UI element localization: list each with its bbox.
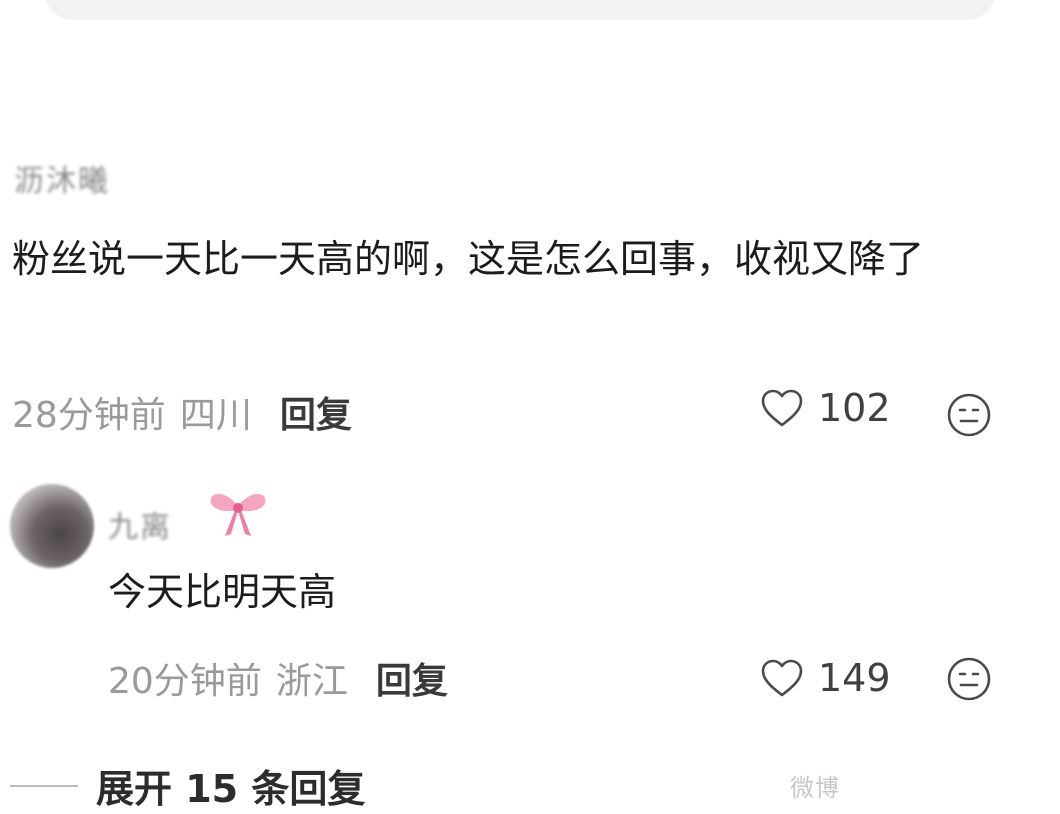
dislike-face-icon[interactable] [946,656,992,702]
avatar[interactable] [10,484,94,568]
comment-text: 今天比明天高 [108,570,337,614]
expand-replies-label: 展开 15 条回复 [96,767,366,811]
heart-icon [761,659,803,697]
comment-location: 浙江 [275,661,348,702]
comment-text: 粉丝说一天比一天高的啊，这是怎么回事，收视又降了 [12,237,925,281]
comment-time: 28分钟前 [12,395,166,436]
username[interactable]: 沥沐曦 [14,156,110,200]
like-button[interactable]: 102 [760,386,891,430]
expand-replies-button[interactable]: 展开 15 条回复 [10,758,365,813]
search-bar[interactable] [44,0,996,20]
like-count: 149 [818,656,891,700]
heart-icon [761,389,803,427]
like-count: 102 [818,386,891,430]
bow-icon [210,493,266,536]
watermark: 微博 [790,774,840,802]
like-button[interactable]: 149 [760,656,891,700]
comment-meta: 28分钟前 四川 回复 [12,386,352,438]
username[interactable]: 九离 [108,502,172,546]
divider [10,784,78,787]
reply-button[interactable]: 回复 [280,386,352,438]
reply-button[interactable]: 回复 [376,652,448,704]
dislike-face-icon[interactable] [946,392,992,438]
comment-meta: 20分钟前 浙江 回复 [108,652,448,704]
comment-location: 四川 [179,395,252,436]
comment-time: 20分钟前 [108,661,262,702]
